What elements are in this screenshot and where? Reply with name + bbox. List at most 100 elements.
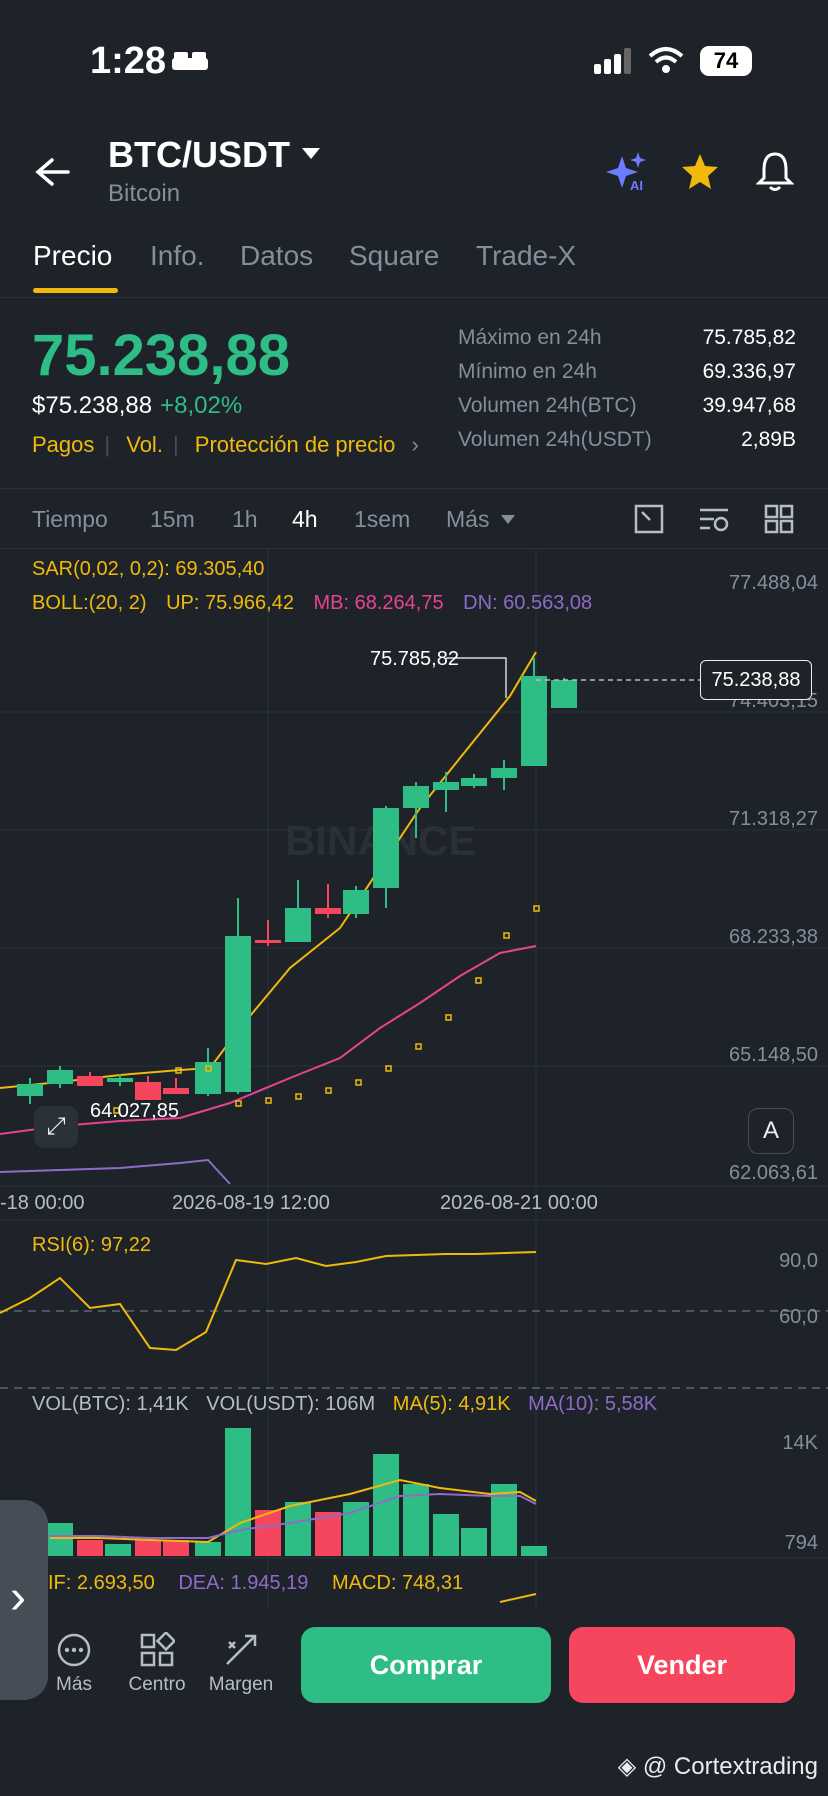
boll-up: UP: 75.966,42 <box>166 592 294 614</box>
candle-body <box>491 768 517 778</box>
stat-row: Mínimo en 24h 69.336,97 <box>458 360 796 394</box>
grid-icon[interactable] <box>764 504 794 534</box>
interval-1h[interactable]: 1h <box>232 506 258 533</box>
low-price-label: 64.027,85 <box>90 1100 179 1122</box>
sar-dots <box>113 905 540 1114</box>
link-vol[interactable]: Vol. <box>126 432 163 457</box>
candle-body <box>47 1070 73 1084</box>
bell-icon[interactable] <box>756 150 794 192</box>
vol-usdt: VOL(USDT): 106M <box>206 1393 376 1415</box>
chevron-down-icon[interactable] <box>500 514 516 526</box>
star-icon[interactable] <box>680 152 720 192</box>
last-price: 75.238,88 <box>32 323 291 388</box>
candle-body <box>163 1088 189 1094</box>
candle-body <box>225 936 251 1092</box>
pair-title[interactable]: BTC/USDT <box>108 134 290 176</box>
chevron-right-icon[interactable]: › <box>411 432 418 457</box>
apps-icon <box>140 1630 177 1667</box>
volume-bar <box>433 1514 459 1556</box>
back-arrow-icon[interactable] <box>34 156 70 188</box>
macd-labels: IF: 2.693,50 DEA: 1.945,19 MACD: 748,31 <box>48 1572 463 1595</box>
volume-bar <box>163 1540 189 1556</box>
fullscreen-icon[interactable] <box>634 504 664 534</box>
tab-datos[interactable]: Datos <box>240 240 313 272</box>
tab-precio[interactable]: Precio <box>33 240 112 272</box>
interval-bar: Tiempo 15m 1h 4h 1sem Más <box>0 500 828 550</box>
volume-bar <box>77 1540 103 1556</box>
stat-value: 69.336,97 <box>702 360 796 383</box>
candle-body <box>551 680 577 708</box>
signal-icon <box>594 48 631 74</box>
candles-group <box>17 658 577 1104</box>
status-bar: 1:28 74 <box>0 0 828 120</box>
candle-body <box>77 1076 103 1086</box>
interval-mas[interactable]: Más <box>446 506 489 533</box>
time-axis-label: -18 00:00 <box>0 1192 85 1214</box>
price-axis-label: 62.063,61 <box>729 1162 818 1184</box>
interval-tiempo[interactable]: Tiempo <box>32 506 108 533</box>
auto-scale-button[interactable]: A <box>748 1108 794 1154</box>
candle-body <box>315 908 341 914</box>
volume-bar <box>373 1454 399 1556</box>
volume-bar <box>521 1546 547 1556</box>
tab-square[interactable]: Square <box>349 240 439 272</box>
active-tab-indicator <box>33 288 118 293</box>
sell-button[interactable]: Vender <box>569 1627 795 1703</box>
high-price-label: 75.785,82 <box>370 648 459 670</box>
candle-body <box>107 1078 133 1082</box>
stats-panel: Máximo en 24h 75.785,82 Mínimo en 24h 69.3… <box>458 326 796 462</box>
price-usd: $75.238,88 +8,02% <box>32 392 242 420</box>
ticker-links: Pagos | Vol. | Protección de precio › <box>32 432 419 457</box>
candlestick-chart[interactable]: BINANCE <box>0 548 828 1608</box>
ai-sparkle-icon[interactable]: AI <box>606 152 648 194</box>
volume-bar <box>195 1542 221 1556</box>
centro-button[interactable]: Centro <box>124 1630 190 1696</box>
margen-label: Margen <box>208 1674 274 1695</box>
wifi-icon <box>648 47 684 73</box>
volume-bar <box>105 1544 131 1556</box>
chevron-down-icon[interactable] <box>300 146 322 162</box>
binance-logo-icon: ◈ <box>617 1753 637 1780</box>
vol-axis-label: 14K <box>782 1432 818 1454</box>
boll-mb: MB: 68.264,75 <box>313 592 444 614</box>
pair-header: BTC/USDT Bitcoin AI <box>0 130 828 220</box>
link-proteccion[interactable]: Protección de precio <box>195 432 396 457</box>
margen-button[interactable]: Margen <box>204 1632 278 1696</box>
candle-body <box>433 782 459 790</box>
time-axis-label: 2026-08-21 00:00 <box>440 1192 598 1214</box>
interval-4h[interactable]: 4h <box>292 506 318 533</box>
interval-15m[interactable]: 15m <box>150 506 195 533</box>
candle-body <box>255 940 281 943</box>
stat-label: Volumen 24h(BTC) <box>458 394 637 417</box>
price-axis-label: 65.148,50 <box>729 1044 818 1066</box>
link-pagos[interactable]: Pagos <box>32 432 94 457</box>
interval-1sem[interactable]: 1sem <box>354 506 410 533</box>
stat-row: Volumen 24h(BTC) 39.947,68 <box>458 394 796 428</box>
main-tabs: Precio Info. Datos Square Trade-X <box>0 230 828 300</box>
volume-bar <box>225 1428 251 1556</box>
tab-info[interactable]: Info. <box>150 240 204 272</box>
current-price-tag: 75.238,88 <box>700 660 812 700</box>
candle-body <box>343 890 369 914</box>
stat-value: 75.785,82 <box>702 326 796 349</box>
boll-lower-line <box>0 1158 231 1185</box>
candle-body <box>135 1082 161 1100</box>
settings-icon[interactable] <box>698 504 730 534</box>
buy-button[interactable]: Comprar <box>301 1627 551 1703</box>
battery-icon: 74 <box>700 46 752 76</box>
candle-body <box>195 1062 221 1094</box>
price-change: +8,02% <box>160 392 243 419</box>
tab-trade-x[interactable]: Trade-X <box>476 240 576 272</box>
bottom-action-bar: Más Centro Margen Comprar Vender <box>0 1620 828 1730</box>
vol-labels: VOL(BTC): 1,41K VOL(USDT): 106M MA(5): 4… <box>32 1393 657 1416</box>
price-axis-label: 71.318,27 <box>729 808 818 830</box>
stat-value: 39.947,68 <box>702 394 796 417</box>
more-dots-icon <box>57 1633 91 1667</box>
volume-bar <box>135 1540 161 1556</box>
boll-label: BOLL:(20, 2) <box>32 592 147 614</box>
candle-body <box>285 908 311 942</box>
expand-icon[interactable]: ⤢ <box>34 1106 78 1148</box>
more-button[interactable]: Más <box>52 1632 96 1696</box>
pair-subtitle: Bitcoin <box>108 180 181 207</box>
candle-body <box>17 1084 43 1096</box>
